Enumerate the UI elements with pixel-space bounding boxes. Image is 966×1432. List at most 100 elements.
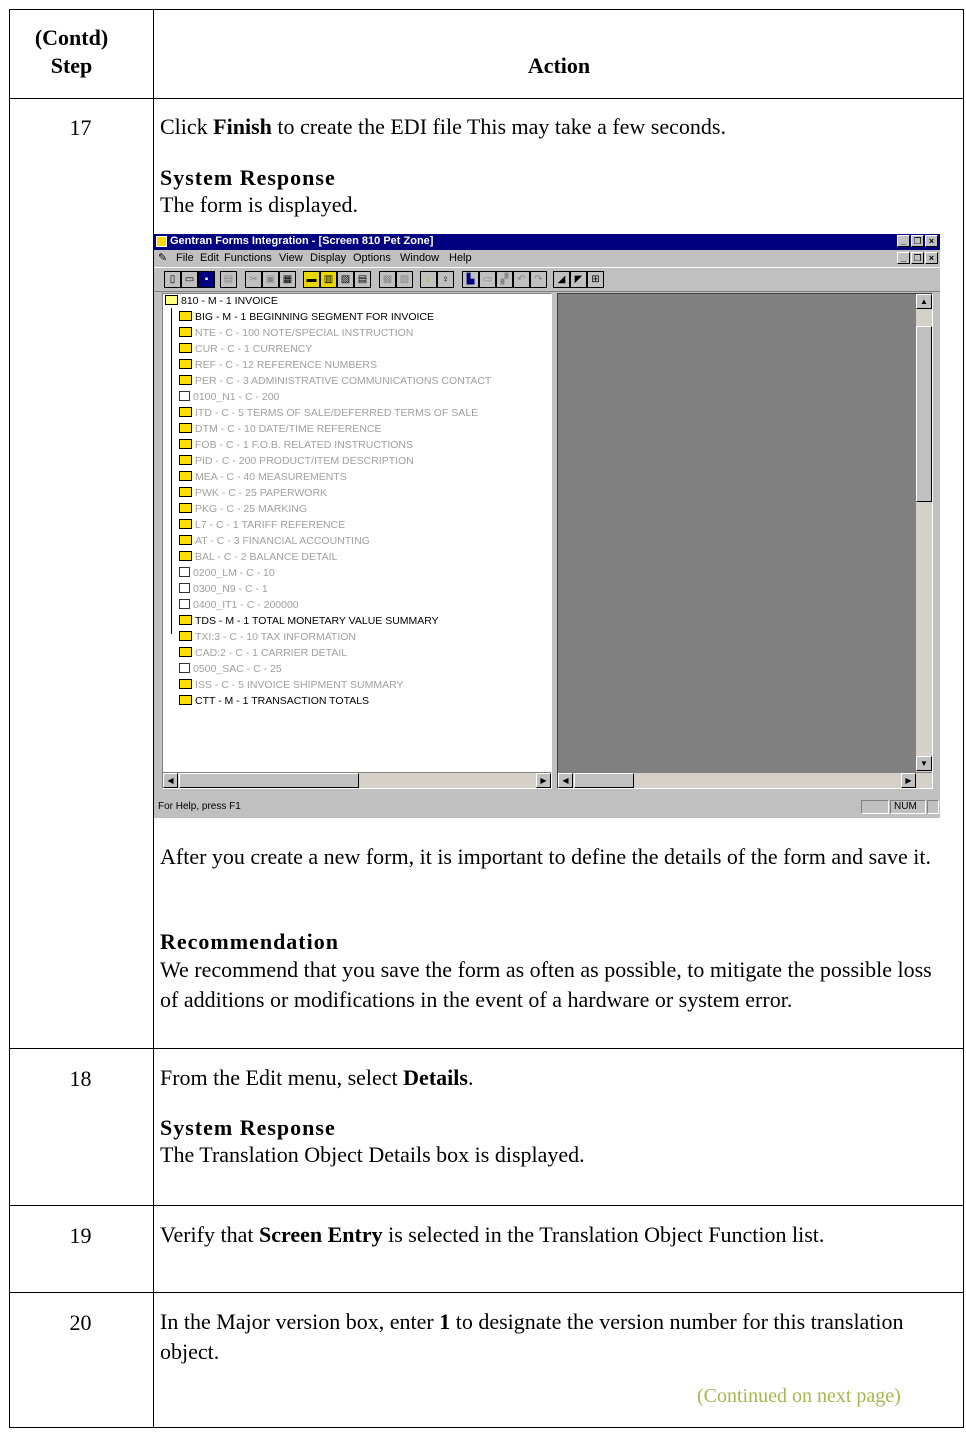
print-icon[interactable]: ▤: [220, 271, 237, 288]
menu-view[interactable]: View: [279, 252, 303, 264]
menu-display[interactable]: Display: [310, 252, 346, 264]
tree-item[interactable]: TXI:3 - C - 10 TAX INFORMATION: [179, 630, 356, 645]
screen-entry-keyword: Screen Entry: [258, 1222, 383, 1247]
tree-item[interactable]: BIG - M - 1 BEGINNING SEGMENT FOR INVOIC…: [179, 310, 434, 325]
vertical-scrollbar[interactable]: ▲ ▼: [916, 294, 932, 772]
tree-horizontal-scrollbar[interactable]: ◀ ▶: [163, 772, 551, 788]
segment-icon[interactable]: ▥: [320, 271, 337, 288]
child-close-button[interactable]: ×: [925, 252, 938, 264]
cut-icon[interactable]: ✂: [245, 271, 262, 288]
tree-item[interactable]: PKG - C - 25 MARKING: [179, 502, 307, 517]
tree-item[interactable]: CTT - M - 1 TRANSACTION TOTALS: [179, 694, 369, 709]
close-button[interactable]: ×: [925, 235, 938, 247]
text-suffix: is selected in the Translation Object Fu…: [382, 1222, 825, 1247]
redo-icon[interactable]: ↷: [530, 271, 547, 288]
finish-keyword: Finish: [213, 114, 272, 139]
cascade-icon[interactable]: ▙: [462, 271, 479, 288]
bulb-on-icon[interactable]: ♀: [420, 271, 437, 288]
pane-scroll-right-icon[interactable]: ▶: [901, 773, 916, 788]
version-keyword: 1: [439, 1309, 451, 1334]
step-number: 20: [69, 1310, 92, 1335]
bulb-off-icon[interactable]: ♀: [437, 271, 454, 288]
title-bar: Gentran Forms Integration - [Screen 810 …: [154, 234, 940, 250]
status-bar: For Help, press F1 NUM: [154, 798, 940, 816]
tree-item-label: AT - C - 3 FINANCIAL ACCOUNTING: [195, 535, 370, 547]
menu-help[interactable]: Help: [449, 252, 472, 264]
menu-edit[interactable]: Edit: [200, 252, 219, 264]
list-icon[interactable]: ▤: [354, 271, 371, 288]
report-icon[interactable]: ▨: [396, 271, 413, 288]
row-divider: [10, 1205, 963, 1206]
tree-item[interactable]: PWK - C - 25 PAPERWORK: [179, 486, 327, 501]
align-top-icon[interactable]: ◤: [570, 271, 587, 288]
app-screenshot: Gentran Forms Integration - [Screen 810 …: [154, 234, 940, 818]
tree-item[interactable]: FOB - C - 1 F.O.B. RELATED INSTRUCTIONS: [179, 438, 413, 453]
document-icon[interactable]: ✎: [158, 253, 171, 264]
menu-window[interactable]: Window: [400, 252, 439, 264]
tree-item[interactable]: REF - C - 12 REFERENCE NUMBERS: [179, 358, 377, 373]
segment-icon: [179, 407, 192, 417]
copy-icon[interactable]: ▣: [262, 271, 279, 288]
pane-scroll-left-icon[interactable]: ◀: [558, 773, 573, 788]
align-bottom-icon[interactable]: ◢: [553, 271, 570, 288]
tree-item[interactable]: AT - C - 3 FINANCIAL ACCOUNTING: [179, 534, 370, 549]
paste-icon[interactable]: ▦: [279, 271, 296, 288]
tree-item[interactable]: CAD:2 - C - 1 CARRIER DETAIL: [179, 646, 347, 661]
toolbar: ▯ ▭ ▪ ▤ ✂ ▣ ▦ ▬ ▥ ▧ ▤ ▩ ▨ ♀ ♀ ▙ ▭ ▞ ↶ ↷ …: [154, 267, 940, 292]
step-text: Click Finish to create the EDI file This…: [160, 112, 950, 142]
scroll-right-icon[interactable]: ▶: [536, 773, 551, 788]
tree-item[interactable]: TDS - M - 1 TOTAL MONETARY VALUE SUMMARY: [179, 614, 439, 629]
step-text: From the Edit menu, select Details.: [160, 1063, 950, 1093]
minimize-button[interactable]: _: [897, 235, 910, 247]
restore-button[interactable]: ❐: [911, 235, 924, 247]
menu-options[interactable]: Options: [353, 252, 391, 264]
save-icon[interactable]: ▪: [198, 271, 215, 288]
tree-root[interactable]: 810 - M - 1 INVOICE: [165, 294, 278, 309]
tree-item[interactable]: 0400_IT1 - C - 200000: [179, 598, 299, 613]
vertical-scroll-thumb[interactable]: [916, 326, 932, 502]
tree-item-label: TDS - M - 1 TOTAL MONETARY VALUE SUMMARY: [195, 615, 439, 627]
tree-item[interactable]: CUR - C - 1 CURRENCY: [179, 342, 312, 357]
child-restore-button[interactable]: ❐: [911, 252, 924, 264]
scroll-down-icon[interactable]: ▼: [916, 756, 932, 771]
tree-item[interactable]: 0100_N1 - C - 200: [179, 390, 279, 405]
tree-item[interactable]: DTM - C - 10 DATE/TIME REFERENCE: [179, 422, 381, 437]
grid-icon[interactable]: ⊞: [587, 271, 604, 288]
open-icon[interactable]: ▭: [181, 271, 198, 288]
scroll-up-icon[interactable]: ▲: [916, 294, 932, 309]
tree-item[interactable]: 0500_SAC - C - 25: [179, 662, 282, 677]
tree-item[interactable]: MEA - C - 40 MEASUREMENTS: [179, 470, 347, 485]
tree-item[interactable]: BAL - C - 2 BALANCE DETAIL: [179, 550, 337, 565]
tree-item[interactable]: PER - C - 3 ADMINISTRATIVE COMMUNICATION…: [179, 374, 491, 389]
new-icon[interactable]: ▯: [164, 271, 181, 288]
segment-tree[interactable]: 810 - M - 1 INVOICE BIG - M - 1 BEGINNIN…: [162, 293, 552, 789]
group-icon: [179, 391, 190, 401]
child-minimize-button[interactable]: _: [897, 252, 910, 264]
move-icon[interactable]: ▞: [496, 271, 513, 288]
tree-item[interactable]: PID - C - 200 PRODUCT/ITEM DESCRIPTION: [179, 454, 414, 469]
group-icon: [179, 583, 190, 593]
tree-item-label: CTT - M - 1 TRANSACTION TOTALS: [195, 695, 370, 707]
field-icon[interactable]: ▭: [479, 271, 496, 288]
tree-item[interactable]: ITD - C - 5 TERMS OF SALE/DEFERRED TERMS…: [179, 406, 478, 421]
scroll-thumb[interactable]: [179, 773, 359, 788]
tree-item[interactable]: L7 - C - 1 TARIFF REFERENCE: [179, 518, 345, 533]
row-divider: [10, 98, 963, 99]
tree-item[interactable]: ISS - C - 5 INVOICE SHIPMENT SUMMARY: [179, 678, 403, 693]
num-lock-indicator: NUM: [890, 800, 926, 814]
tree-item[interactable]: 0200_LM - C - 10: [179, 566, 275, 581]
compile-icon[interactable]: ▩: [379, 271, 396, 288]
tree-item[interactable]: 0300_N9 - C - 1: [179, 582, 268, 597]
pane-horizontal-scrollbar[interactable]: ◀ ▶: [558, 772, 932, 788]
undo-icon[interactable]: ↶: [513, 271, 530, 288]
scroll-left-icon[interactable]: ◀: [163, 773, 178, 788]
element-icon[interactable]: ▧: [337, 271, 354, 288]
tree-item[interactable]: NTE - C - 100 NOTE/SPECIAL INSTRUCTION: [179, 326, 413, 341]
form-pane[interactable]: ▲ ▼ ◀ ▶: [557, 293, 933, 789]
step-number: 18: [69, 1066, 92, 1091]
status-panel: [861, 800, 889, 814]
pane-scroll-thumb[interactable]: [574, 773, 634, 788]
menu-functions[interactable]: Functions: [224, 252, 272, 264]
menu-file[interactable]: File: [176, 252, 194, 264]
group-icon[interactable]: ▬: [303, 271, 320, 288]
